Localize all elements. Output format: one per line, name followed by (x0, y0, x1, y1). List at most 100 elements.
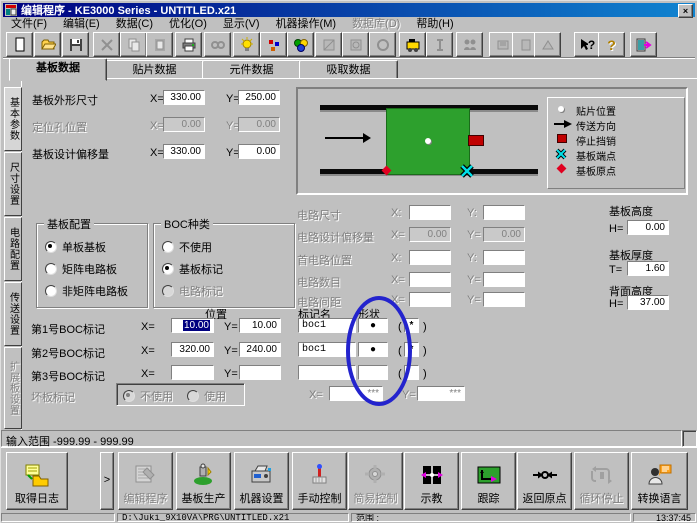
boc2-x-field[interactable]: 320.00 (171, 342, 214, 357)
teach-button[interactable]: 示教 (404, 452, 459, 510)
placement-position-dot (425, 138, 431, 144)
boc3-flag-box[interactable] (404, 365, 419, 380)
boc2-flag-box[interactable]: * (404, 342, 419, 357)
new-file-icon[interactable] (6, 32, 33, 57)
legend-placement-position: 贴片位置 (576, 107, 616, 118)
machine-icon[interactable] (399, 32, 426, 57)
bad-mark-x-field: *** (329, 386, 383, 401)
radio-icon[interactable] (162, 241, 174, 253)
radio-icon[interactable] (45, 263, 57, 275)
x-prefix: X= (391, 294, 405, 306)
side-tab-basic-params[interactable]: 基本参数 (4, 87, 22, 151)
title-bar: 编辑程序 - KE3000 Series - UNTITLED.x21 × (3, 3, 695, 18)
return-origin-button[interactable]: 返回原点 (517, 452, 572, 510)
input-range-bar: 输入范围 -999.99 - 999.99 (1, 430, 682, 448)
switch-language-button[interactable]: 转换语言 (631, 452, 688, 510)
board-size-x-field[interactable]: 330.00 (163, 90, 205, 105)
expand-button[interactable]: > (100, 452, 114, 510)
menu-optimize[interactable]: 优化(O) (161, 18, 215, 31)
tab-board-data[interactable]: 基板数据 (9, 58, 107, 81)
radio-boc-unused[interactable]: 不使用 (162, 239, 212, 255)
board-endpoint-mark (460, 164, 474, 178)
board-thickness-field[interactable]: 1.60 (627, 261, 669, 276)
get-log-button[interactable]: 取得日志 (6, 452, 68, 510)
menu-file[interactable]: 文件(F) (3, 18, 55, 31)
first-circuit-label: 首电路位置 (297, 255, 352, 267)
board-production-button[interactable]: 基板生产 (176, 452, 231, 510)
boc2-y-field[interactable]: 240.00 (239, 342, 281, 357)
x-prefix: X= (150, 120, 164, 132)
boc1-shape-field[interactable]: ● (358, 318, 388, 333)
radio-matrix-board[interactable]: 矩阵电路板 (45, 261, 117, 277)
board-config-title: 基板配置 (44, 216, 94, 232)
color-balls-icon[interactable] (287, 32, 314, 57)
conveyor-diagram: 贴片位置 传送方向 停止挡销 基板端点 基板原点 (296, 87, 688, 195)
menu-view[interactable]: 显示(V) (215, 18, 268, 31)
save-icon[interactable] (62, 32, 89, 57)
paren: ) (423, 368, 427, 380)
help-icon[interactable]: ? (598, 32, 625, 57)
close-button[interactable]: × (678, 4, 693, 18)
machine-setup-button[interactable]: 机器设置 (234, 452, 289, 510)
back-height-field[interactable]: 37.00 (627, 295, 669, 310)
radio-icon (187, 390, 199, 402)
toolbar: ? ? (3, 30, 695, 58)
x-prefix: X= (150, 93, 164, 105)
menu-edit[interactable]: 编辑(E) (55, 18, 108, 31)
radio-icon[interactable] (45, 285, 57, 297)
print-icon[interactable] (175, 32, 202, 57)
exit-icon[interactable] (630, 32, 657, 57)
boc3-shape-field[interactable] (358, 365, 388, 380)
paren: ( (398, 345, 402, 357)
find-icon (204, 32, 231, 57)
optimize-bulb-icon[interactable] (233, 32, 260, 57)
radio-icon[interactable] (45, 241, 57, 253)
manual-control-button[interactable]: 手动控制 (292, 452, 347, 510)
side-tab-conveyor-settings[interactable]: 传送设置 (4, 282, 22, 346)
boc1-flag-box[interactable]: * (404, 318, 419, 333)
boc1-x-field[interactable]: 10.00 (171, 318, 214, 333)
radio-single-board[interactable]: 单板基板 (45, 239, 106, 255)
open-file-icon[interactable] (34, 32, 61, 57)
radio-boc-circuit-mark: 电路标记 (162, 283, 223, 299)
x-prefix: X= (141, 345, 155, 357)
legend-arrow-icon (554, 120, 572, 128)
selected-text: 10.00 (182, 320, 210, 331)
circuit-count-x-field[interactable] (409, 272, 451, 287)
boc2-shape-field[interactable]: ● (358, 342, 388, 357)
legend-board-origin: 基板原点 (576, 167, 616, 178)
menu-help[interactable]: 帮助(H) (408, 18, 461, 31)
boc3-x-field[interactable] (171, 365, 214, 380)
y-prefix: Y= (402, 389, 416, 401)
radio-non-matrix-board[interactable]: 非矩阵电路板 (45, 283, 128, 299)
radio-boc-board-mark[interactable]: 基板标记 (162, 261, 223, 277)
paste-icon (146, 32, 173, 57)
text-tool-icon (426, 32, 453, 57)
placement-dots-icon[interactable] (260, 32, 287, 57)
design-offset-y-field[interactable]: 0.00 (238, 144, 280, 159)
design-offset-label: 基板设计偏移量 (32, 149, 109, 161)
boc2-name-field[interactable]: boc1 (298, 342, 356, 357)
legend-white-dot-icon (558, 106, 564, 112)
paren: ( (398, 321, 402, 333)
design-offset-x-field[interactable]: 330.00 (163, 144, 205, 159)
context-help-icon[interactable]: ? (574, 32, 601, 57)
trace-button[interactable]: 跟踪 (461, 452, 516, 510)
side-tab-circuit-config[interactable]: 电路配置 (4, 217, 22, 281)
board-size-y-field[interactable]: 250.00 (238, 90, 280, 105)
first-circuit-y-field (483, 250, 525, 265)
boc3-y-field[interactable] (239, 365, 281, 380)
boc1-y-field[interactable]: 10.00 (239, 318, 281, 333)
circuit-count-y-field[interactable] (483, 272, 525, 287)
boc1-name-field[interactable]: boc1 (298, 318, 356, 333)
board-height-field[interactable]: 0.00 (627, 220, 669, 235)
menu-data[interactable]: 数据(C) (108, 18, 161, 31)
t-prefix: T= (609, 264, 623, 276)
boc3-name-field[interactable] (298, 365, 356, 380)
side-tab-size-settings[interactable]: 尺寸设置 (4, 152, 22, 216)
app-icon (5, 4, 17, 16)
menu-machine-operation[interactable]: 机器操作(M) (268, 18, 345, 31)
radio-icon[interactable] (162, 263, 174, 275)
y-prefix: Y= (224, 321, 238, 333)
bad-board-mark-label: 坏板标记 (31, 392, 75, 404)
